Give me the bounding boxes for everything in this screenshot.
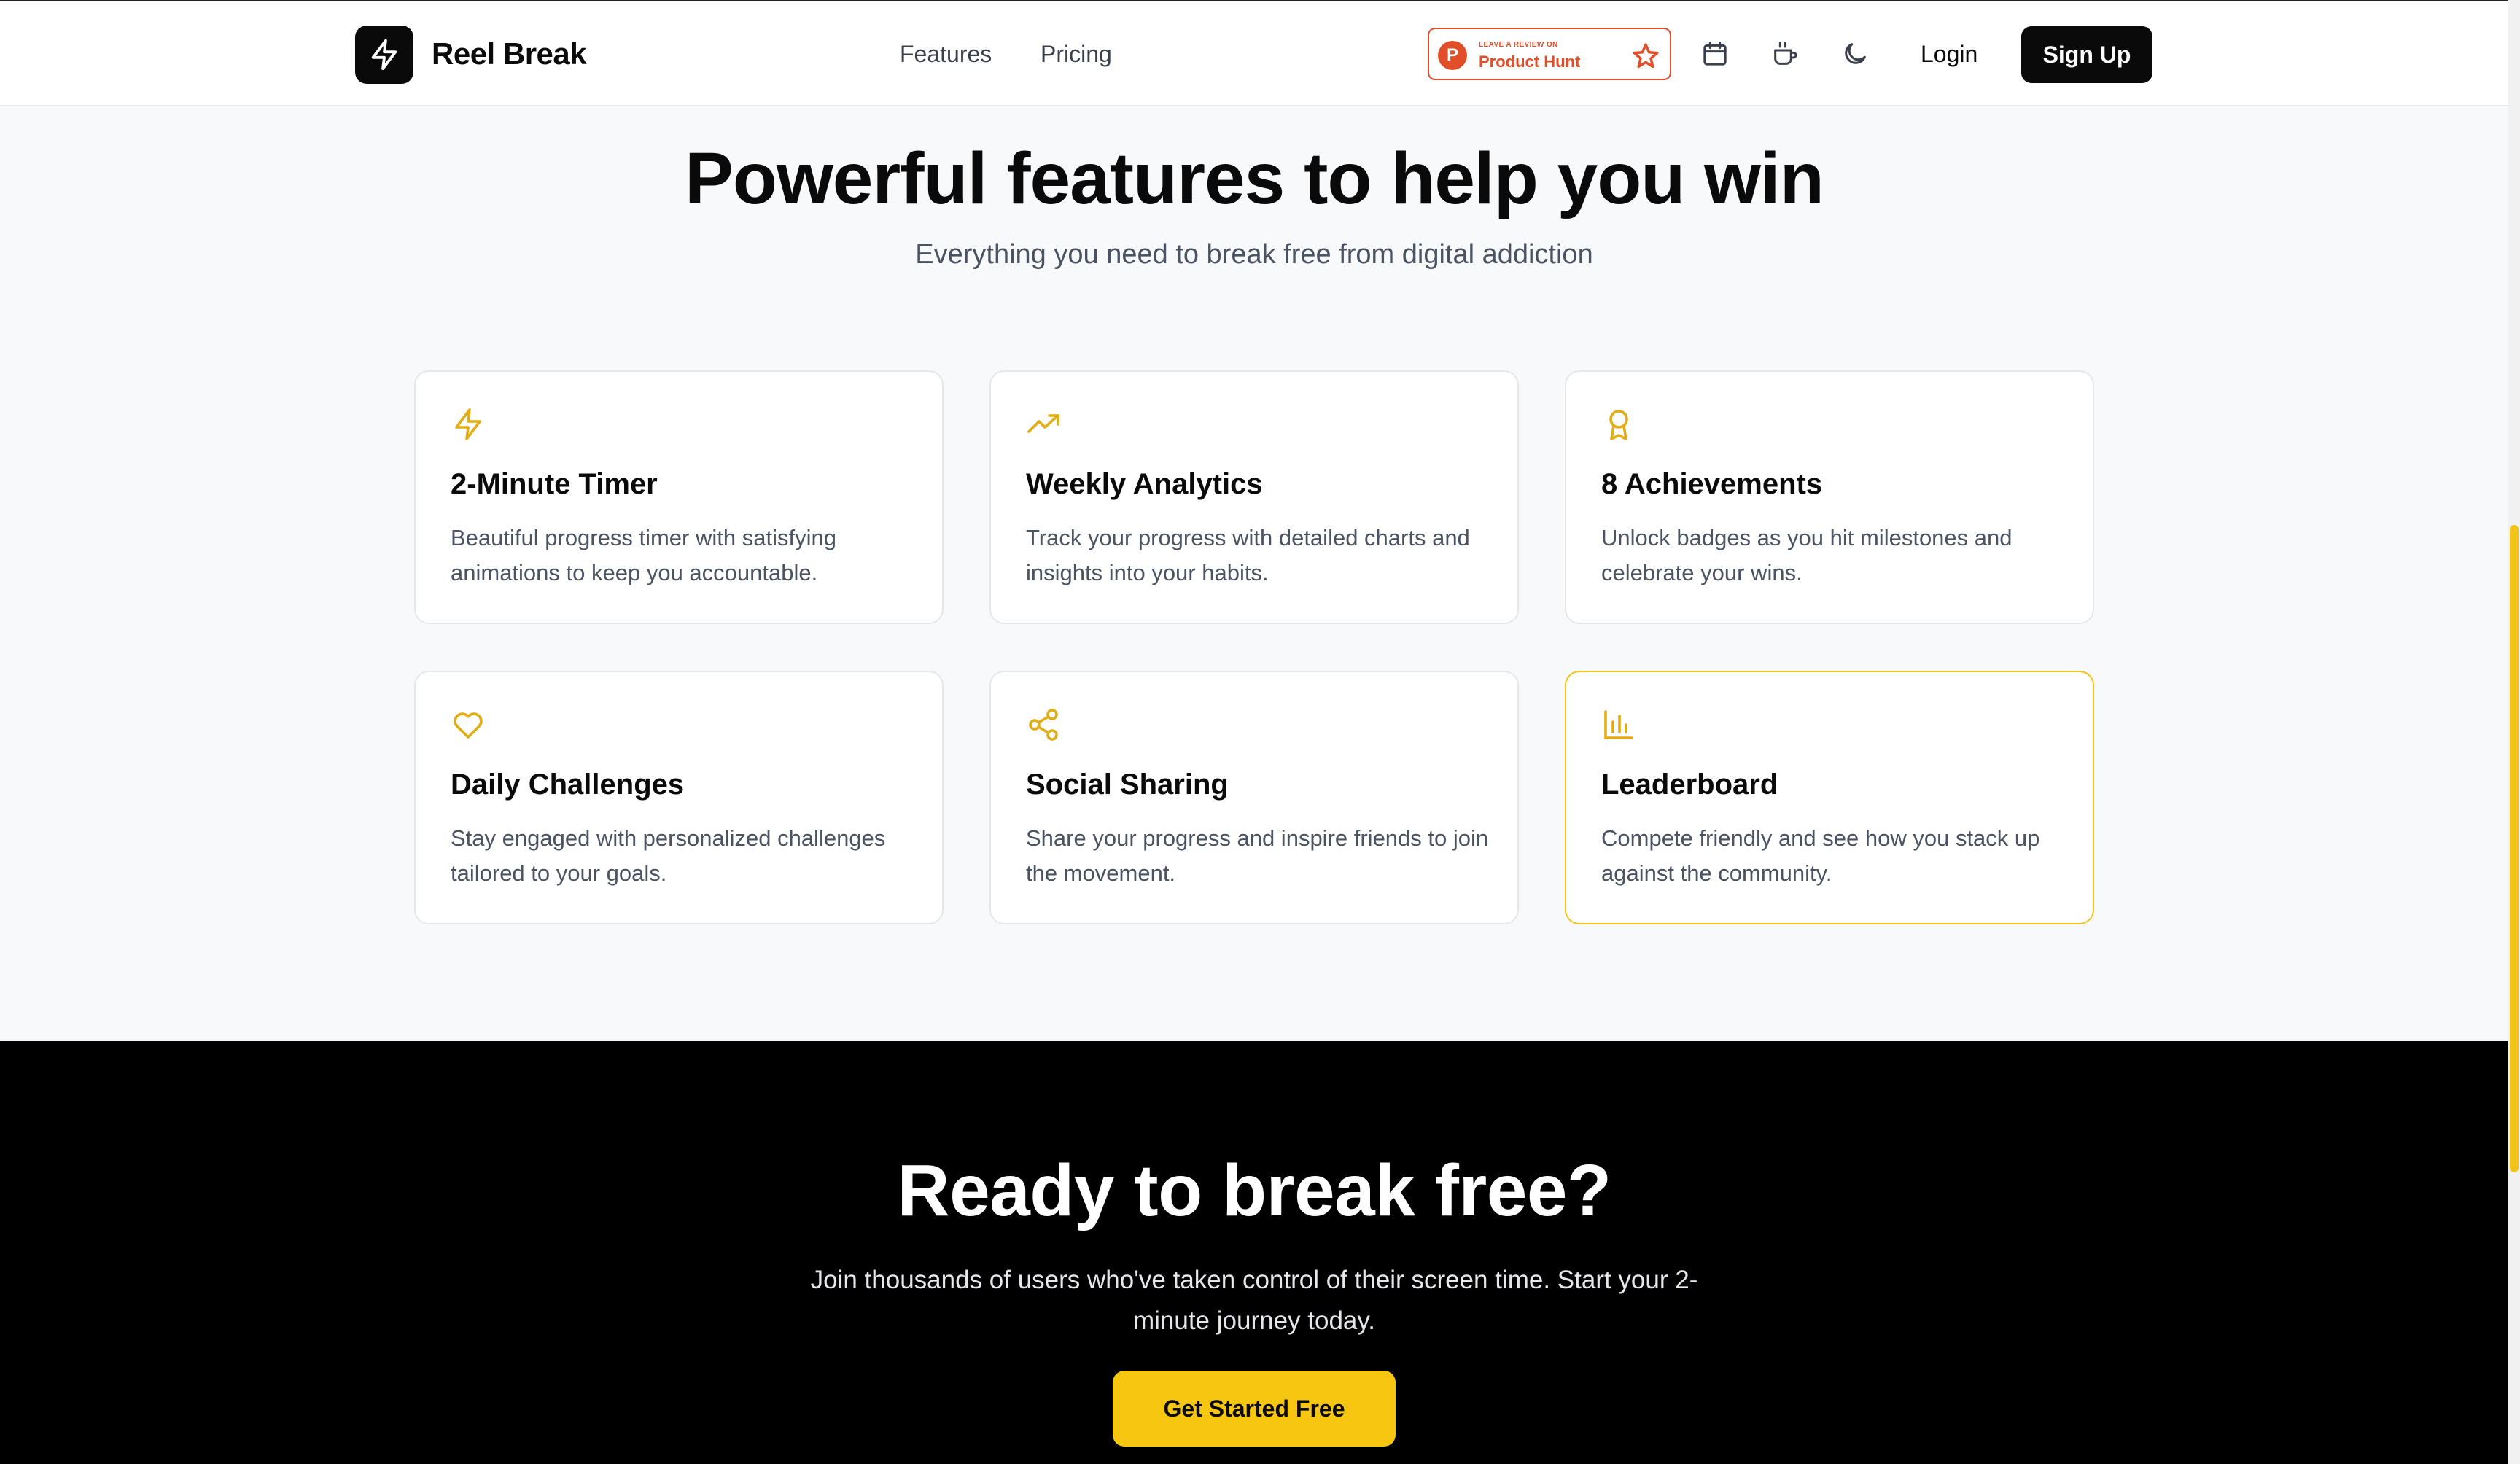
heart-icon	[454, 712, 483, 739]
logo[interactable]	[355, 26, 413, 84]
brand-name[interactable]: Reel Break	[432, 36, 587, 71]
award-icon	[1609, 410, 1628, 440]
feature-card-sharing: Social Sharing Share your progress and i…	[989, 671, 1519, 924]
feature-card-challenges: Daily Challenges Stay engaged with perso…	[414, 671, 944, 924]
nav-link-pricing[interactable]: Pricing	[1041, 41, 1112, 68]
feature-card-desc: Beautiful progress timer with satisfying…	[451, 525, 836, 585]
cta-section: Ready to break free? Join thousands of u…	[0, 1041, 2508, 1464]
feature-card-desc: Unlock badges as you hit milestones and …	[1601, 525, 2012, 585]
features-title: Powerful features to help you win	[685, 138, 1824, 219]
product-hunt-badge[interactable]: P LEAVE A REVIEW ON Product Hunt	[1428, 28, 1671, 80]
feature-card-title: 8 Achievements	[1601, 468, 1823, 500]
moon-icon[interactable]	[1840, 39, 1870, 69]
feature-card-analytics: Weekly Analytics Track your progress wit…	[989, 370, 1519, 624]
lightning-icon	[371, 39, 397, 71]
feature-card-leaderboard: Leaderboard Compete friendly and see how…	[1565, 671, 2094, 924]
cta-title: Ready to break free?	[897, 1150, 1611, 1231]
star-icon	[1633, 43, 1659, 69]
scrollbar-thumb[interactable]	[2510, 525, 2519, 1172]
nav-link-features[interactable]: Features	[900, 41, 992, 68]
feature-card-desc: Compete friendly and see how you stack u…	[1601, 825, 2040, 886]
feature-card-title: 2-Minute Timer	[451, 468, 658, 500]
cta-subtitle: Join thousands of users who've taken con…	[810, 1266, 1698, 1335]
feature-card-title: Leaderboard	[1601, 768, 1778, 801]
product-hunt-caption: LEAVE A REVIEW ON	[1479, 41, 1558, 49]
feature-card-title: Social Sharing	[1026, 768, 1229, 801]
get-started-button[interactable]: Get Started Free	[1113, 1371, 1396, 1447]
bar-chart-icon	[1604, 710, 1633, 739]
trending-up-icon	[1027, 414, 1059, 433]
feature-card-achievements: 8 Achievements Unlock badges as you hit …	[1565, 370, 2094, 624]
calendar-icon[interactable]	[1700, 39, 1730, 69]
lightning-icon	[455, 408, 481, 440]
product-hunt-label: Product Hunt	[1479, 52, 1581, 71]
signup-button[interactable]: Sign Up	[2021, 26, 2152, 83]
product-hunt-logo: P	[1438, 41, 1467, 70]
feature-card-timer: 2-Minute Timer Beautiful progress timer …	[414, 370, 944, 624]
share-icon	[1029, 709, 1058, 741]
page: Reel Break Features Pricing P LEAVE A RE…	[0, 0, 2520, 1464]
feature-card-title: Weekly Analytics	[1026, 468, 1263, 500]
site-header: Reel Break Features Pricing P LEAVE A RE…	[0, 1, 2508, 106]
coffee-icon[interactable]	[1770, 39, 1800, 69]
feature-card-desc: Stay engaged with personalized challenge…	[451, 825, 886, 886]
feature-card-title: Daily Challenges	[451, 768, 685, 801]
feature-card-desc: Share your progress and inspire friends …	[1026, 825, 1489, 886]
login-link[interactable]: Login	[1921, 41, 1978, 68]
feature-card-desc: Track your progress with detailed charts…	[1026, 525, 1470, 585]
features-subtitle: Everything you need to break free from d…	[915, 239, 1593, 270]
